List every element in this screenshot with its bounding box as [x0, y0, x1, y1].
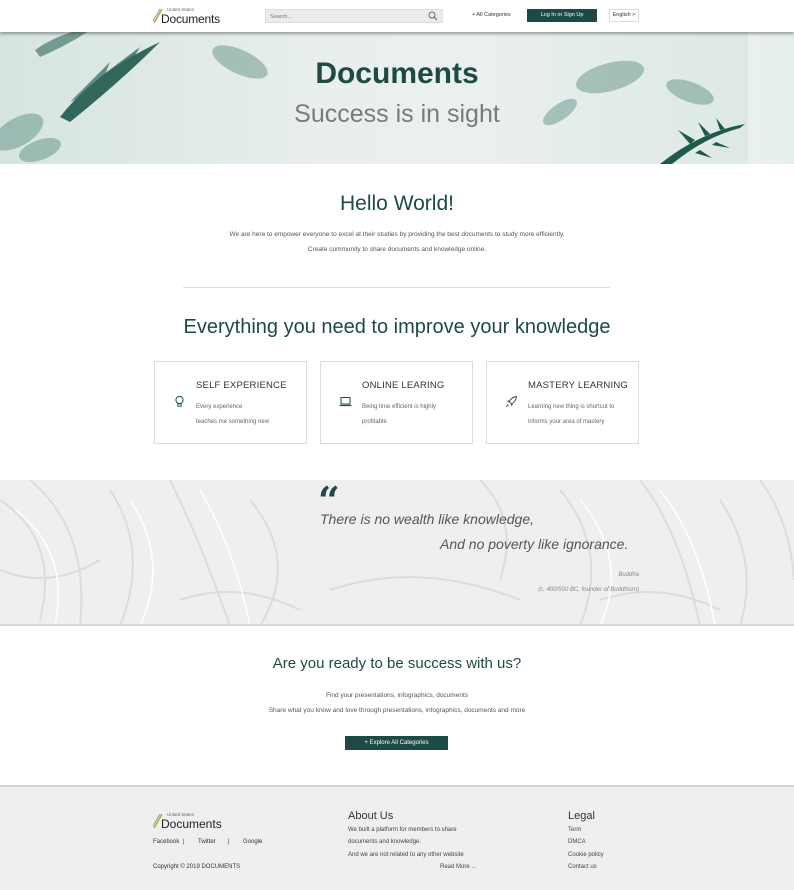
intro-text-line-1: We are here to empower everyone to excel…	[229, 231, 565, 238]
quote-line-2: And no poverty like ignorance.	[440, 536, 629, 552]
fern-leaves-background	[0, 32, 794, 164]
quote-author-era: (c. 400/500 BC, founder of Buddhism)	[538, 587, 639, 593]
feature-card-title: ONLINE LEARING	[362, 380, 445, 391]
quote-line-1: There is no wealth like knowledge,	[320, 511, 535, 527]
footer-logo[interactable]: United States Documents	[153, 811, 233, 831]
intro-text-line-2: Create community to share documents and …	[307, 246, 487, 253]
section-divider	[183, 287, 610, 288]
feature-card-self-experience: SELF EXPERIENCE Every experience teaches…	[154, 361, 307, 444]
footer-link-twitter[interactable]: Twitter	[198, 839, 216, 845]
site-header: United States Documents + All Categories…	[0, 0, 794, 32]
footer-link-dmca[interactable]: DMCA	[568, 839, 586, 845]
quote-author: Buddha	[618, 572, 639, 578]
lightbulb-icon	[175, 395, 184, 407]
logo-wordmark: Documents	[161, 817, 222, 831]
site-logo[interactable]: United States Documents	[153, 6, 233, 26]
laptop-icon	[339, 397, 352, 407]
cta-text-line-2: Share what you know and love through pre…	[268, 707, 526, 714]
feature-card-description: Learning new thing is shortcut to inform…	[528, 404, 615, 425]
feature-card-online-learning: ONLINE LEARING Being time efficient is h…	[320, 361, 473, 444]
feature-card-title: MASTERY LEARNING	[528, 380, 628, 391]
hero-banner: Documents Success is in sight	[0, 32, 794, 164]
hero-subtitle: Success is in sight	[294, 100, 500, 128]
search-box[interactable]	[265, 9, 443, 23]
footer-about-heading: About Us	[348, 810, 394, 822]
intro-heading: Hello World!	[340, 192, 454, 215]
footer-about-line: documents and knowledge.	[348, 839, 422, 845]
footer-about-line: And we are not related to any other webs…	[348, 852, 464, 858]
search-icon[interactable]	[428, 11, 438, 21]
plaster-texture-background	[0, 480, 794, 624]
feature-card-description: Being time efficient is highly profitabl…	[362, 404, 436, 425]
explore-categories-button[interactable]: + Explore All Categories	[345, 736, 448, 750]
feature-card-description: Every experience teaches me something ne…	[196, 404, 270, 425]
login-signup-button[interactable]: Log In or Sign Up	[527, 9, 597, 22]
footer-about-line: We built a platform for members to share	[348, 827, 457, 833]
footer-read-more-link[interactable]: Read More ...	[440, 864, 476, 870]
search-input[interactable]	[270, 11, 420, 22]
footer-legal-heading: Legal	[568, 810, 595, 822]
logo-wordmark: Documents	[161, 12, 220, 26]
language-selector[interactable]: English >	[609, 9, 639, 22]
footer-link-term[interactable]: Term	[568, 827, 581, 833]
footer-copyright: Copyright © 2019 DOCUMENTS	[153, 864, 241, 870]
footer-separator: |	[183, 839, 185, 845]
feature-card-title: SELF EXPERIENCE	[196, 380, 287, 391]
footer-separator: |	[228, 839, 230, 845]
cta-text-line-1: Find your presentations, infographics, d…	[326, 692, 468, 699]
feature-card-mastery-learning: MASTERY LEARNING Learning new thing is s…	[486, 361, 639, 444]
footer-link-cookie-policy[interactable]: Cookie policy	[568, 852, 604, 858]
footer-link-facebook[interactable]: Facebook	[153, 839, 179, 845]
all-categories-link[interactable]: + All Categories	[472, 12, 511, 18]
footer-link-contact-us[interactable]: Contact us	[568, 864, 597, 870]
quote-section: “ There is no wealth like knowledge, And…	[0, 480, 794, 626]
cta-heading: Are you ready to be success with us?	[272, 655, 522, 672]
site-footer: United States Documents Facebook | Twitt…	[0, 785, 794, 890]
rocket-icon	[505, 395, 518, 408]
footer-link-google[interactable]: Google	[243, 839, 262, 845]
features-heading: Everything you need to improve your know…	[183, 316, 611, 338]
hero-title: Documents	[315, 57, 479, 90]
